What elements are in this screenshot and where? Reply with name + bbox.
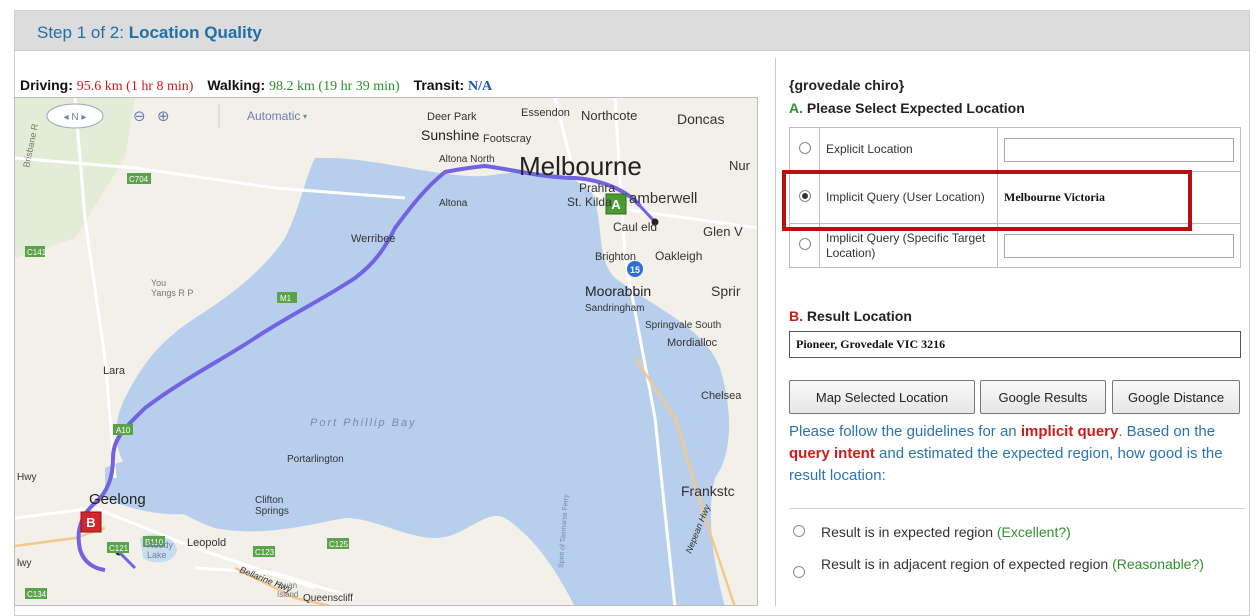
- map-style-selector[interactable]: Automatic: [247, 109, 300, 123]
- guide-emphasis: implicit query: [1020, 423, 1119, 440]
- rating-hint: (Excellent?): [996, 524, 1071, 540]
- radio-implicit-target-location[interactable]: [798, 238, 811, 250]
- transit-label: Transit:: [413, 77, 465, 93]
- label-essendon: Essendon: [521, 107, 570, 119]
- map-canvas[interactable]: ◂ N ▸ ⊖ ⊕ Automatic ▾ A B C704 C141 C134…: [15, 98, 758, 606]
- road-badge: A10: [116, 426, 131, 435]
- google-results-button[interactable]: Google Results: [980, 380, 1106, 414]
- label-geelong: Geelong: [89, 491, 146, 508]
- guide-part: Please follow the guidelines for an: [789, 423, 1021, 440]
- label-leopold: Leopold: [187, 537, 226, 549]
- step-prefix: Step 1 of 2:: [37, 23, 129, 42]
- label-brighton: Brighton: [595, 251, 636, 263]
- walking-label: Walking:: [207, 77, 266, 93]
- step-name: Location Quality: [128, 23, 262, 42]
- transit-value: N/A: [468, 79, 493, 94]
- radio-rating-reasonable[interactable]: [793, 566, 805, 578]
- step-header: Step 1 of 2: Location Quality: [15, 11, 1249, 51]
- road-badge: C121: [109, 544, 129, 553]
- label-altona-north: Altona North: [439, 154, 495, 165]
- panel-divider: [775, 58, 776, 606]
- ratings-divider: [789, 508, 1245, 509]
- label-oakleigh: Oakleigh: [655, 249, 702, 263]
- driving-value: 95.6 km (1 hr 8 min): [76, 79, 194, 94]
- map-selected-location-button[interactable]: Map Selected Location: [789, 380, 975, 414]
- label-footscray: Footscray: [483, 133, 532, 145]
- road-badge: M1: [280, 294, 292, 303]
- label-queenscliff: Queenscliff: [303, 593, 353, 604]
- label-moorabbin: Moorabbin: [585, 283, 651, 299]
- label-mordialloc: Mordialloc: [667, 337, 718, 349]
- label-nunawading: Nur: [729, 158, 751, 173]
- section-a-letter: A.: [789, 100, 803, 116]
- route-15-badge: 15: [627, 261, 643, 277]
- section-a-title: Please Select Expected Location: [803, 100, 1025, 116]
- pan-arrows[interactable]: ◂ N ▸: [64, 112, 87, 123]
- label-springvale-south: Springvale South: [645, 320, 721, 331]
- distance-summary: Driving: 95.6 km (1 hr 8 min) Walking: 9…: [20, 77, 492, 95]
- road-badge: C123: [255, 548, 275, 557]
- guideline-text: Please follow the guidelines for an impl…: [789, 421, 1245, 487]
- label-lara: Lara: [103, 365, 126, 377]
- guide-emphasis: query intent: [789, 445, 875, 462]
- explicit-location-input[interactable]: [1004, 137, 1234, 162]
- chevron-down-icon[interactable]: ▾: [303, 112, 307, 121]
- label-hwy-left: Hwy: [17, 472, 36, 483]
- road-badge: C704: [129, 175, 149, 184]
- result-location-field: Pioneer, Grovedale VIC 3216: [789, 331, 1241, 358]
- radio-explicit-location[interactable]: [798, 142, 811, 154]
- section-a-heading: A. Please Select Expected Location: [789, 100, 1025, 116]
- label-werribee: Werribee: [351, 233, 395, 245]
- option-label-explicit: Explicit Location: [819, 127, 998, 172]
- label-hwy-left2: lwy: [17, 558, 31, 569]
- label-st-kilda: St. Kilda: [567, 195, 612, 209]
- implicit-target-location-input[interactable]: [1004, 233, 1234, 258]
- step-title: Step 1 of 2: Location Quality: [37, 23, 262, 43]
- road-badge: C125: [329, 540, 349, 549]
- zoom-out-icon[interactable]: ⊖: [133, 108, 146, 125]
- section-b-letter: B.: [789, 308, 803, 324]
- marker-a-label: A: [611, 197, 621, 212]
- marker-b-label: B: [86, 515, 95, 530]
- label-altona: Altona: [439, 198, 468, 209]
- label-camberwell: amberwell: [629, 190, 697, 207]
- label-port-phillip-bay: Port Phillip Bay: [310, 417, 417, 429]
- option-row-explicit: Explicit Location: [789, 127, 1241, 172]
- label-glen-waverley: Glen V: [703, 224, 743, 239]
- section-b-title: Result Location: [803, 308, 912, 324]
- rating-hint: (Reasonable?): [1112, 556, 1204, 572]
- zoom-in-icon[interactable]: ⊕: [157, 108, 170, 125]
- label-portarlington: Portarlington: [287, 454, 344, 465]
- label-melbourne: Melbourne: [519, 151, 642, 181]
- rating-option-reasonable[interactable]: Result is in adjacent region of expected…: [789, 554, 1245, 598]
- label-frankston: Frankstc: [681, 483, 735, 499]
- driving-label: Driving:: [20, 77, 73, 93]
- map-pan-control[interactable]: ◂ N ▸: [46, 103, 104, 129]
- label-caulfield: Caul eld: [613, 220, 657, 234]
- route-15-label: 15: [630, 265, 640, 275]
- road-badge: C134: [27, 590, 47, 599]
- label-sandringham: Sandringham: [585, 303, 644, 314]
- label-prahran: Prahra: [579, 181, 615, 195]
- label-northcote: Northcote: [581, 108, 637, 123]
- search-query: {grovedale chiro}: [789, 77, 905, 93]
- label-sunshine: Sunshine: [421, 127, 480, 143]
- selected-option-highlight: [782, 170, 1192, 231]
- label-doncaster: Doncas: [677, 111, 724, 127]
- marker-b[interactable]: B: [80, 511, 102, 533]
- rating-text: Result is in expected region: [821, 524, 997, 540]
- route-map[interactable]: ◂ N ▸ ⊖ ⊕ Automatic ▾ A B C704 C141 C134…: [14, 97, 758, 606]
- walking-value: 98.2 km (19 hr 39 min): [269, 79, 400, 94]
- label-chelsea: Chelsea: [701, 390, 742, 402]
- section-b-heading: B. Result Location: [789, 308, 912, 324]
- google-distance-button[interactable]: Google Distance: [1112, 380, 1240, 414]
- rating-option-excellent[interactable]: Result is in expected region (Excellent?…: [789, 522, 1245, 544]
- road-badge: C141: [27, 248, 47, 257]
- label-deer-park: Deer Park: [427, 111, 477, 123]
- guide-part: . Based on the: [1118, 423, 1216, 440]
- rating-text: Result is in adjacent region of expected…: [821, 556, 1113, 572]
- label-springvale: Sprir: [711, 283, 741, 299]
- radio-rating-excellent[interactable]: [793, 525, 805, 537]
